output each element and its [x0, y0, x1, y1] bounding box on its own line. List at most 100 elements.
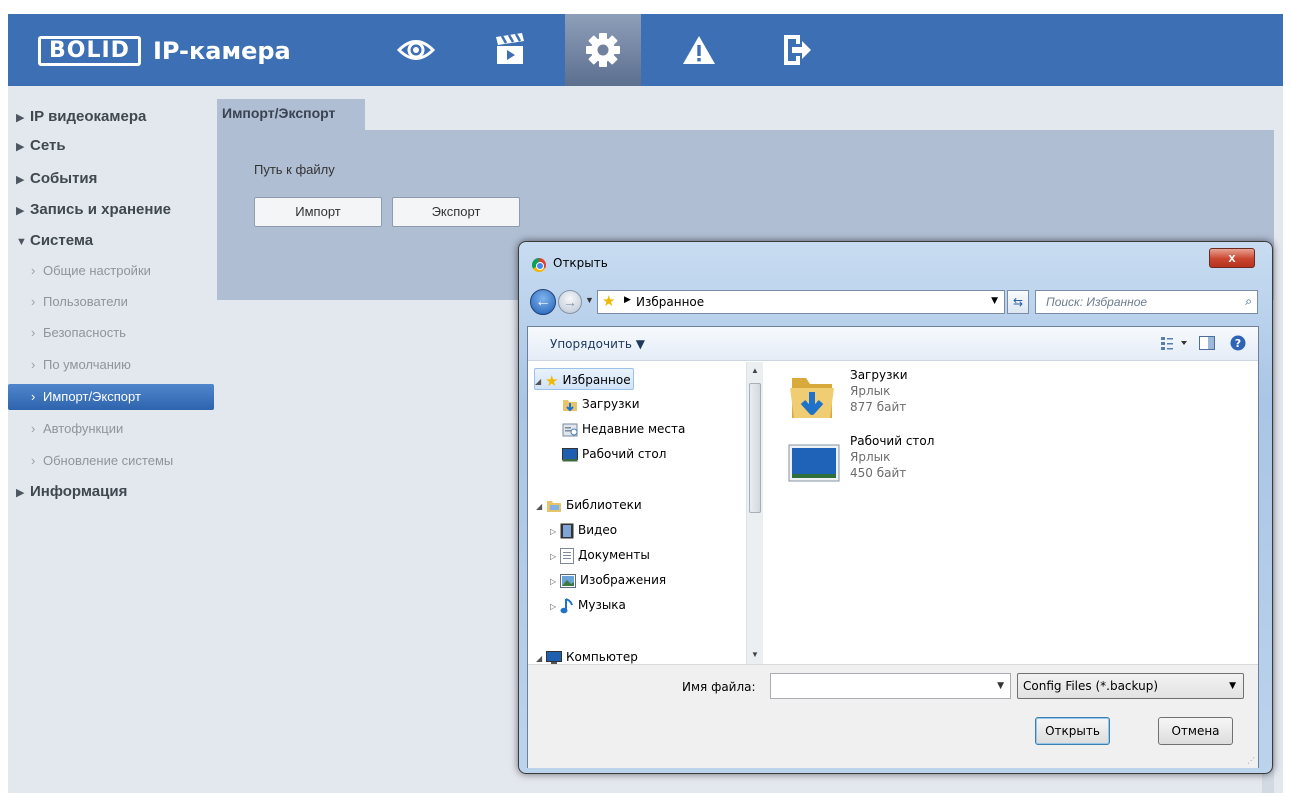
nav-live-view-button[interactable]: [378, 14, 454, 86]
computer-icon: [546, 650, 562, 664]
preview-pane-icon[interactable]: [1199, 336, 1215, 353]
clapperboard-icon: [496, 33, 524, 64]
sidebar-item-ip-camera[interactable]: ▶ IP видеокамера: [0, 104, 209, 130]
tree-item-label: Документы: [578, 548, 650, 562]
sidebar-item-network[interactable]: ▶ Сеть: [0, 133, 209, 159]
tree-item-favorites[interactable]: ◢ ★ Избранное: [534, 368, 634, 390]
warning-icon: [683, 36, 715, 64]
sidebar-item-auto-functions[interactable]: › Автофункции: [0, 416, 209, 442]
chevron-down-icon[interactable]: ▼: [997, 681, 1004, 691]
nav-alarm-button[interactable]: [661, 14, 737, 86]
organize-button[interactable]: Упорядочить ▼: [550, 337, 645, 351]
tree-item-libraries[interactable]: ◢ Библиотеки: [536, 494, 642, 516]
tree-item-documents[interactable]: ▷ Документы: [550, 544, 650, 566]
filename-input[interactable]: ▼: [770, 673, 1011, 699]
list-item[interactable]: Рабочий стол Ярлык 450 байт: [788, 434, 988, 490]
tree-item-label: Изображения: [580, 573, 667, 587]
sidebar-item-recording-storage[interactable]: ▶ Запись и хранение: [0, 197, 209, 223]
address-bar[interactable]: ★ ▶ Избранное ▼: [597, 290, 1005, 314]
file-type-select[interactable]: Config Files (*.backup) ▼: [1017, 673, 1244, 699]
expand-triangle-icon: ▶: [16, 174, 25, 186]
dialog-close-button[interactable]: x: [1209, 248, 1255, 268]
file-size: 877 байт: [850, 400, 907, 414]
gear-icon: [586, 33, 620, 67]
tree-item-images[interactable]: ▷ Изображения: [550, 569, 666, 591]
list-item[interactable]: Загрузки Ярлык 877 байт: [788, 368, 988, 424]
file-browser: Упорядочить ▼ ? ◢ ★ Избранное Загрузки Нед…: [527, 326, 1259, 768]
recent-places-icon: [562, 423, 578, 436]
scroll-down-icon[interactable]: ▼: [751, 650, 759, 659]
import-button[interactable]: Импорт: [254, 197, 382, 227]
navigation-scrollbar[interactable]: ▲ ▼: [746, 362, 763, 664]
sidebar-item-import-export[interactable]: › Импорт/Экспорт: [8, 384, 214, 410]
sidebar-item-label: Общие настройки: [43, 263, 151, 278]
help-icon[interactable]: ?: [1230, 335, 1246, 354]
forward-arrow-icon[interactable]: →: [558, 290, 582, 314]
nav-playback-button[interactable]: [472, 14, 548, 86]
history-dropdown-icon[interactable]: ▼: [585, 295, 594, 305]
sidebar-item-information[interactable]: ▶ Информация: [0, 479, 209, 505]
chevron-right-icon: ›: [31, 421, 36, 436]
sidebar-item-label: Запись и хранение: [30, 201, 172, 218]
scroll-up-icon[interactable]: ▲: [751, 366, 759, 375]
tree-item-computer[interactable]: ◢ Компьютер: [536, 646, 638, 664]
expand-arrow-icon: ▷: [550, 527, 557, 536]
tab-import-export[interactable]: Импорт/Экспорт: [217, 99, 365, 130]
dialog-toolbar: Упорядочить ▼ ?: [528, 327, 1258, 361]
tree-item-recent-places[interactable]: Недавние места: [562, 418, 685, 440]
tree-item-label: Загрузки: [582, 397, 640, 411]
file-path-label: Путь к файлу: [254, 162, 335, 177]
tree-item-label: Недавние места: [582, 422, 686, 436]
app-logo: BOLID IP-камера: [38, 36, 291, 66]
sidebar-item-defaults[interactable]: › По умолчанию: [0, 352, 209, 378]
file-name: Загрузки: [850, 368, 908, 382]
sidebar-item-system-update[interactable]: › Обновление системы: [0, 448, 209, 474]
sidebar-item-general-settings[interactable]: › Общие настройки: [0, 258, 209, 284]
sidebar-item-security[interactable]: › Безопасность: [0, 320, 209, 346]
collapse-arrow-icon: ◢: [536, 654, 543, 663]
cancel-button[interactable]: Отмена: [1158, 717, 1233, 745]
sidebar-item-label: По умолчанию: [43, 357, 131, 372]
tree-item-desktop[interactable]: Рабочий стол: [562, 443, 666, 465]
chevron-right-icon: ›: [31, 263, 36, 278]
nav-logout-button[interactable]: [759, 14, 835, 86]
expand-arrow-icon: ▷: [550, 552, 557, 561]
scroll-thumb[interactable]: [749, 383, 761, 513]
chevron-right-icon: ›: [31, 389, 36, 404]
file-name: Рабочий стол: [850, 434, 935, 448]
dialog-title: Открыть: [553, 256, 608, 270]
search-input[interactable]: Поиск: Избранное ⌕: [1035, 290, 1258, 314]
back-arrow-icon[interactable]: ←: [530, 289, 556, 315]
expand-triangle-icon: ▶: [16, 487, 25, 499]
library-folder-icon: [547, 500, 561, 512]
chevron-right-icon: ›: [31, 325, 36, 340]
star-icon: ★: [545, 371, 559, 390]
sidebar-item-label: Автофункции: [43, 421, 124, 436]
sidebar-item-users[interactable]: › Пользователи: [0, 289, 209, 315]
view-options-icon[interactable]: [1161, 336, 1189, 353]
refresh-button[interactable]: ⇆: [1007, 290, 1029, 314]
open-button[interactable]: Открыть: [1035, 717, 1110, 745]
expand-triangle-icon: ▶: [16, 141, 25, 153]
nav-settings-button[interactable]: [565, 14, 641, 86]
sidebar-item-label: Сеть: [30, 137, 66, 154]
sidebar-item-label: Пользователи: [43, 294, 128, 309]
eye-icon: [396, 40, 436, 60]
tree-item-label: Избранное: [562, 373, 631, 387]
chevron-down-icon[interactable]: ▼: [991, 296, 998, 306]
downloads-folder-icon: [790, 378, 834, 418]
resize-grip-icon[interactable]: ⋰: [1247, 756, 1255, 765]
tree-item-downloads[interactable]: Загрузки: [562, 393, 640, 415]
search-placeholder: Поиск: Избранное: [1046, 295, 1148, 309]
export-button[interactable]: Экспорт: [392, 197, 520, 227]
tree-item-video[interactable]: ▷ Видео: [550, 519, 617, 541]
tree-item-music[interactable]: ▷ Музыка: [550, 594, 626, 616]
open-file-dialog: Открыть x ← → ▼ ★ ▶ Избранное ▼ ⇆ Поиск:…: [518, 241, 1273, 774]
sidebar-item-label: Импорт/Экспорт: [43, 389, 141, 404]
documents-icon: [560, 547, 574, 564]
sidebar-item-system[interactable]: ▼ Система: [0, 228, 209, 254]
sidebar-item-events[interactable]: ▶ События: [0, 166, 209, 192]
filename-label: Имя файла:: [682, 680, 756, 694]
file-type: Ярлык: [850, 384, 891, 398]
tree-item-label: Видео: [578, 523, 618, 537]
